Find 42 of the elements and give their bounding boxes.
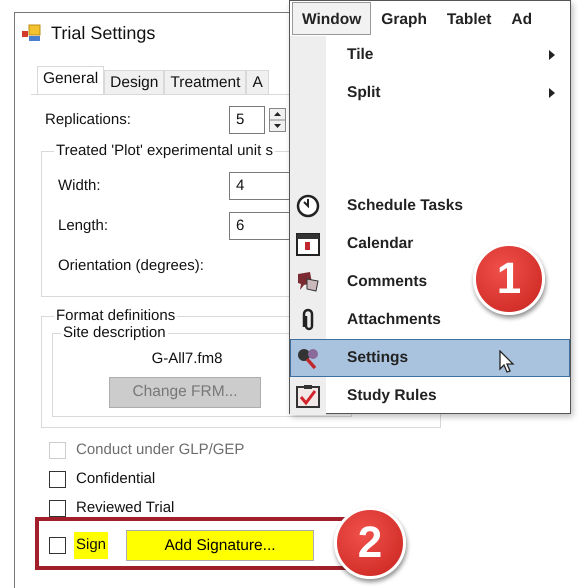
menu-bar-item[interactable]: Graph (371, 2, 437, 35)
checkbox[interactable] (49, 500, 66, 516)
checkbox[interactable] (49, 470, 66, 488)
mouse-pointer-icon (499, 350, 515, 374)
checkbox-label: Reviewed Trial (75, 498, 176, 518)
menu-item[interactable]: Calendar (290, 225, 424, 263)
menu-item[interactable]: Tile (290, 36, 570, 74)
field-label: Width: (58, 176, 102, 196)
file-name: G-All7.fm8 (152, 349, 222, 369)
clipboard-check-icon (295, 383, 321, 409)
text-field[interactable]: 6 (229, 212, 290, 240)
checkbox-label: Conduct under GLP/GEP (75, 440, 246, 460)
checkbox[interactable] (49, 537, 66, 554)
group-title: Site description (61, 323, 168, 343)
tab[interactable]: Design (104, 70, 164, 94)
number-field[interactable]: 5 (229, 106, 265, 134)
tab[interactable]: Treatment (164, 70, 246, 94)
text-field[interactable]: 4 (229, 172, 290, 200)
calendar-icon (295, 231, 321, 257)
menu-item[interactable]: Settings (290, 339, 570, 377)
app-icon (21, 24, 41, 42)
checkbox-label: Confidential (75, 468, 156, 489)
checkbox-label: Sign (74, 532, 108, 559)
menu-item[interactable]: Split (290, 74, 570, 112)
menu-bar-item[interactable]: Tablet (436, 2, 502, 35)
callout-badge: 2 (334, 507, 406, 579)
field-label: Orientation (degrees): (58, 256, 205, 276)
spinner-arrows-icon[interactable] (269, 108, 286, 132)
menu-bar-item[interactable]: Window (292, 2, 372, 35)
tab[interactable]: A (246, 70, 269, 94)
clock-icon (295, 193, 321, 219)
menu-item[interactable]: Study Rules (290, 377, 448, 415)
menu-bar-item[interactable]: Ad (501, 2, 542, 35)
menu-item[interactable]: Schedule Tasks (290, 187, 474, 225)
tab[interactable]: General (37, 66, 104, 94)
field-label: Length: (58, 216, 110, 236)
field-label: Replications: (45, 110, 132, 130)
group-title: Treated 'Plot' experimental unit s (54, 141, 275, 161)
add-signature-button[interactable]: Add Signature... (126, 530, 314, 561)
menu-item[interactable]: Comments (290, 263, 438, 301)
menu-item[interactable]: Attachments (290, 301, 452, 339)
window-title: Trial Settings (51, 22, 156, 45)
